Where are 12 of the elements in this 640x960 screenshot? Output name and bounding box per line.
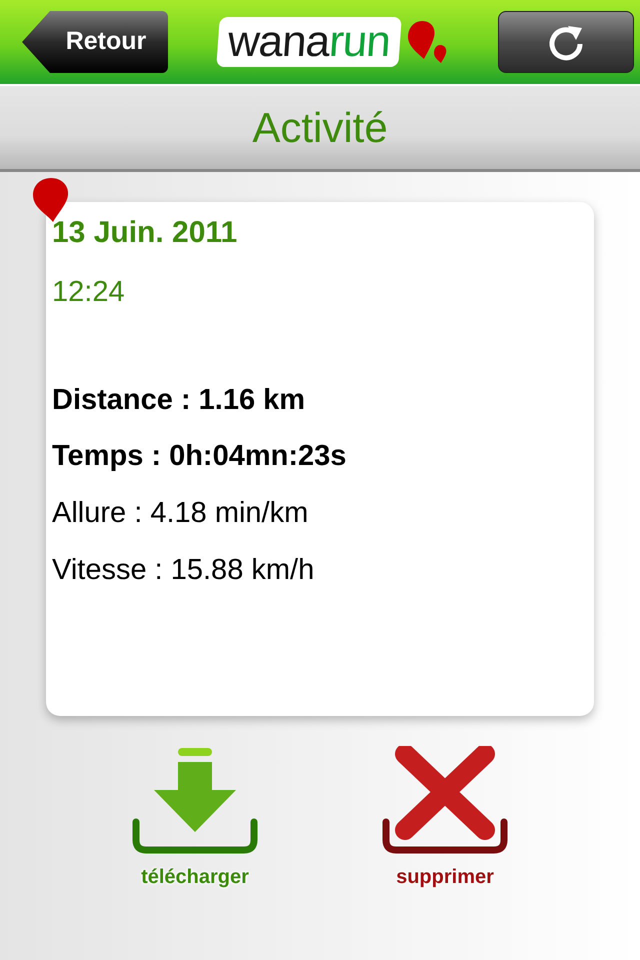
delete-button[interactable]: supprimer <box>375 746 515 892</box>
activity-date: 13 Juin. 2011 <box>52 216 238 249</box>
activity-time: 12:24 <box>52 275 126 310</box>
refresh-button[interactable] <box>498 11 634 73</box>
stat-line: Vitesse : 15.88 km/h <box>52 552 316 588</box>
stat-line: Temps : 0h:04mn:23s <box>52 439 348 474</box>
stat-line: Distance : 1.16 km <box>52 382 306 418</box>
download-button[interactable]: télécharger <box>125 746 265 892</box>
page-title: Activité <box>252 103 388 153</box>
back-button[interactable]: Retour <box>22 11 168 73</box>
logo: wanarun <box>216 17 402 67</box>
stat-line: Allure : 4.18 min/km <box>52 496 310 531</box>
